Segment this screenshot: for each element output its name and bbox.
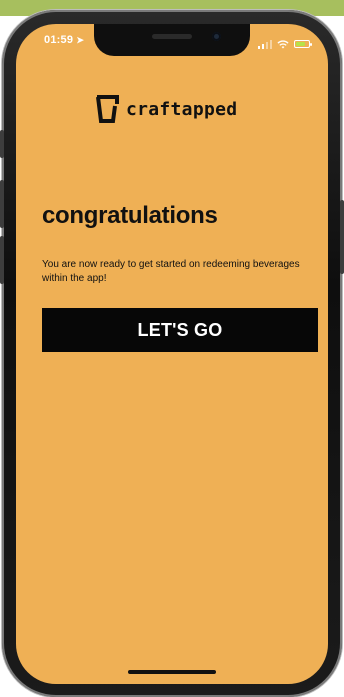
brand-logo: craftapped [94, 94, 237, 124]
volume-up-button [0, 180, 4, 228]
app-screen: 01:59 ➤ craftapped congratulations You a… [16, 24, 328, 684]
lets-go-button[interactable]: LET'S GO [42, 308, 318, 352]
power-button [340, 200, 344, 274]
front-camera [212, 32, 221, 41]
speaker [152, 34, 192, 39]
brand-name: craftapped [126, 98, 238, 120]
mute-switch [0, 130, 4, 158]
status-icons [258, 34, 312, 53]
location-arrow-icon: ➤ [76, 35, 85, 45]
status-time-text: 01:59 [44, 34, 74, 46]
craftapped-logo-icon [96, 95, 119, 123]
phone-frame: 01:59 ➤ craftapped congratulations You a… [0, 10, 344, 697]
signal-icon [258, 34, 272, 53]
home-indicator[interactable] [128, 670, 216, 674]
message-text: You are now ready to get started on rede… [42, 259, 300, 284]
battery-icon [294, 39, 312, 48]
status-time: 01:59 ➤ [44, 34, 84, 46]
notch [94, 24, 250, 56]
page-title: congratulations [42, 202, 218, 229]
volume-down-button [0, 236, 4, 284]
wifi-icon [277, 34, 289, 53]
